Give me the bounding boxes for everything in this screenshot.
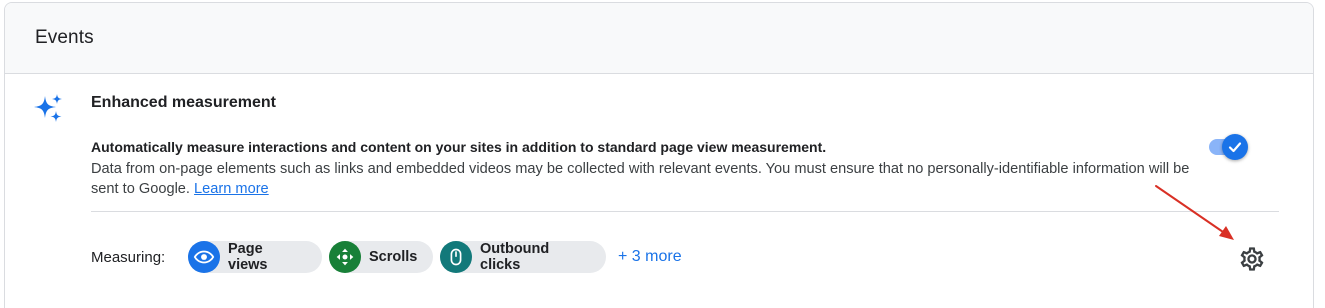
description-body: Data from on-page elements such as links… [91,159,1191,199]
learn-more-link[interactable]: Learn more [194,181,269,197]
page: Events Enhanced measurement Automaticall… [0,0,1325,308]
chip-label: Scrolls [369,249,418,265]
eye-icon [188,241,220,273]
mouse-icon [440,241,472,273]
card-header: Events [5,3,1313,74]
checkmark-icon [1228,142,1242,153]
enhanced-measurement-toggle[interactable] [1209,132,1255,164]
chip-page-views[interactable]: Page views [188,241,322,273]
chip-outbound-clicks[interactable]: Outbound clicks [440,241,606,273]
chip-scrolls[interactable]: Scrolls [329,241,433,273]
scroll-arrows-icon [329,241,361,273]
description-lead: Automatically measure interactions and c… [91,139,827,155]
sparkle-icon [34,94,62,122]
section-title: Enhanced measurement [91,94,276,111]
annotation-arrow [1155,185,1234,240]
measuring-label: Measuring: [91,249,166,266]
chip-label: Outbound clicks [480,241,550,273]
card-title: Events [35,27,94,48]
divider [91,211,1279,212]
chip-label: Page views [228,241,268,273]
toggle-knob [1222,134,1248,160]
show-more-link[interactable]: + 3 more [618,248,682,266]
